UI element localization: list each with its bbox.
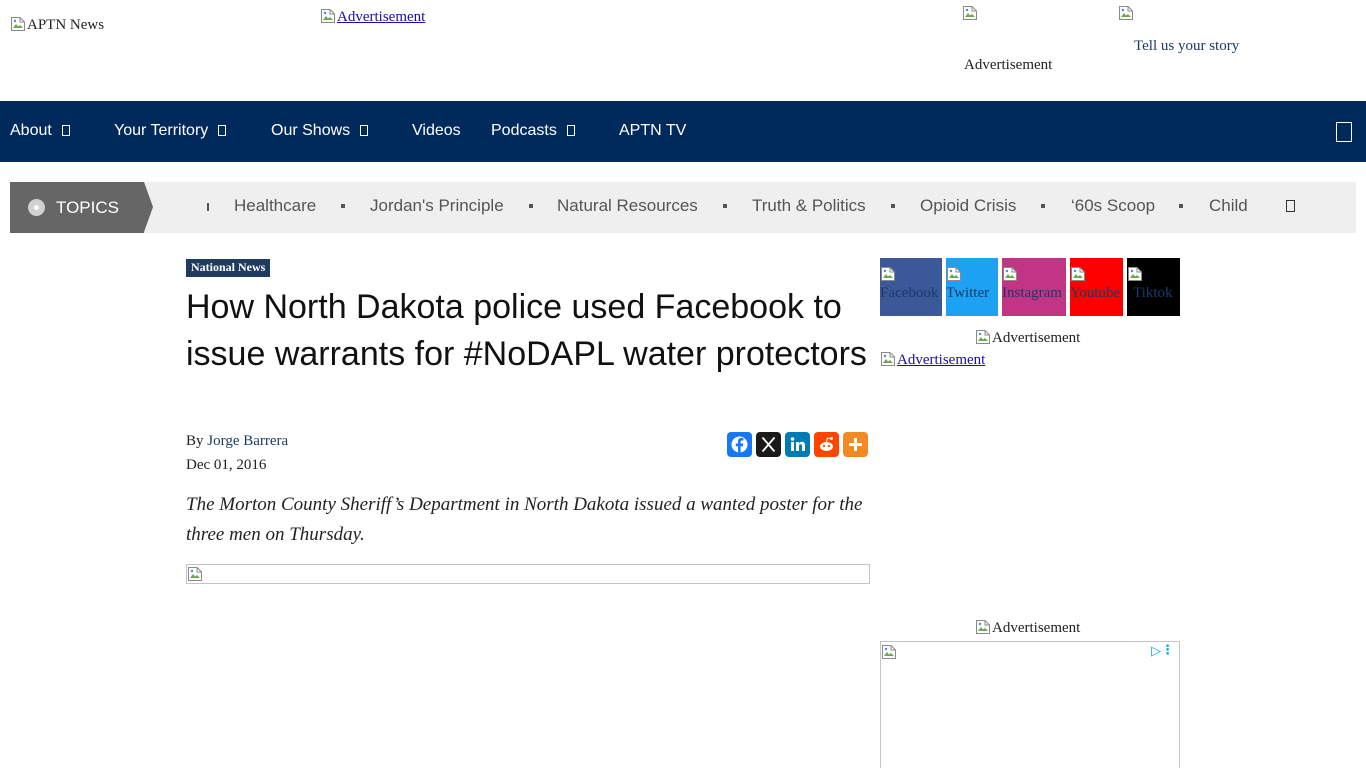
social-twitter[interactable]: Twitter [946, 258, 998, 316]
separator-icon [529, 204, 533, 208]
separator-icon [891, 204, 895, 208]
separator-icon [207, 203, 209, 211]
site-header: APTN News Advertisement Advertisement Te… [0, 0, 1366, 101]
byline-prefix: By [186, 433, 204, 449]
top-ad-text: Advertisement [337, 9, 426, 25]
separator-icon [341, 204, 345, 208]
nav-label: About [10, 122, 52, 139]
article-title: How North Dakota police used Facebook to… [186, 288, 867, 373]
topics-fade [1250, 182, 1356, 233]
nav-item-podcasts[interactable]: Podcasts [491, 101, 575, 162]
separator-icon [723, 204, 727, 208]
author-link[interactable]: Jorge Barrera [207, 433, 288, 449]
chevron-down-icon [61, 125, 70, 136]
category-badge[interactable]: National News [186, 259, 271, 277]
topic-truth-politics[interactable]: Truth & Politics [752, 182, 866, 233]
ad-text: Advertisement [992, 620, 1081, 636]
social-label: Facebook [880, 285, 939, 301]
social-youtube[interactable]: Youtube [1070, 258, 1123, 316]
social-facebook[interactable]: Facebook [880, 258, 942, 316]
broken-image-icon [10, 16, 26, 32]
broken-image-icon [975, 329, 991, 345]
top-advertisement-link[interactable]: Advertisement [320, 8, 425, 26]
sidebar-ad-link[interactable]: Advertisement [880, 351, 985, 369]
social-instagram[interactable]: Instagram [1002, 258, 1066, 316]
separator-icon [1041, 204, 1045, 208]
byline: By Jorge Barrera [186, 433, 288, 450]
topics-bar: TOPICS Healthcare Jordan's Principle Nat… [10, 182, 1356, 233]
broken-image-icon [320, 8, 336, 24]
topic-jordans-principle[interactable]: Jordan's Principle [370, 182, 504, 233]
more-share-icon[interactable] [843, 432, 868, 457]
broken-image-icon [1127, 266, 1143, 282]
broken-image-icon [881, 644, 897, 660]
chevron-right-icon[interactable] [1286, 200, 1295, 212]
social-label: Instagram [1002, 285, 1062, 301]
broken-image-icon [946, 266, 962, 282]
social-label: Twitter [946, 285, 990, 301]
topic-healthcare[interactable]: Healthcare [234, 182, 316, 233]
story-link-label: Tell us your story [1134, 38, 1240, 54]
broken-image-icon [880, 351, 896, 367]
chevron-down-icon [566, 125, 575, 136]
x-share-icon[interactable] [756, 432, 781, 457]
broken-image-icon [187, 566, 203, 582]
nav-label: Our Shows [271, 122, 351, 139]
reddit-share-icon[interactable] [814, 432, 839, 457]
nav-label: Your Territory [114, 122, 209, 139]
topic-natural-resources[interactable]: Natural Resources [557, 182, 698, 233]
topic-60s-scoop[interactable]: ‘60s Scoop [1071, 182, 1155, 233]
tell-us-your-story-link[interactable]: Tell us your story [1118, 5, 1258, 65]
article-lede: The Morton County Sheriff’s Department i… [186, 494, 863, 545]
broken-image-icon [975, 619, 991, 635]
topics-dot-icon [28, 199, 45, 216]
nav-label: APTN TV [619, 122, 687, 139]
topics-label-text: TOPICS [56, 198, 119, 217]
linkedin-share-icon[interactable] [785, 432, 810, 457]
sidebar-ad-box[interactable]: ▷ ⋮ [880, 641, 1180, 768]
broken-image-icon [1002, 266, 1018, 282]
broken-image-icon [880, 266, 896, 282]
broken-image-icon [1118, 5, 1134, 21]
adchoices-icon[interactable]: ▷ [1151, 644, 1161, 659]
nav-item-about[interactable]: About [10, 101, 70, 162]
site-logo[interactable]: APTN News [10, 16, 104, 34]
sidebar-ad-label: Advertisement [975, 329, 1080, 347]
nav-item-aptn-tv[interactable]: APTN TV [619, 101, 686, 162]
main-nav: About Your Territory Our Shows Videos Po… [0, 101, 1366, 162]
ad-link-text: Advertisement [897, 352, 986, 368]
hero-image [186, 564, 870, 584]
topic-opioid-crisis[interactable]: Opioid Crisis [920, 182, 1016, 233]
chevron-down-icon [360, 125, 369, 136]
publish-date: Dec 01, 2016 [186, 457, 267, 473]
nav-label: Podcasts [491, 122, 557, 139]
nav-item-our-shows[interactable]: Our Shows [271, 101, 369, 162]
ad-text: Advertisement [992, 330, 1081, 346]
separator-icon [1179, 204, 1183, 208]
nav-item-your-territory[interactable]: Your Territory [114, 101, 227, 162]
social-label: Youtube [1070, 285, 1121, 301]
header-advertisement[interactable]: Advertisement [962, 5, 1062, 75]
chevron-down-icon [218, 125, 227, 136]
broken-image-icon [1070, 266, 1086, 282]
nav-item-videos[interactable]: Videos [412, 101, 461, 162]
header-ad-label: Advertisement [964, 57, 1053, 73]
social-label: Tiktok [1133, 285, 1173, 301]
sidebar-ad-label-2: Advertisement [975, 619, 1080, 637]
social-tiktok[interactable]: Tiktok [1127, 258, 1180, 316]
broken-image-icon [962, 5, 978, 21]
facebook-share-icon[interactable] [727, 432, 752, 457]
topics-label: TOPICS [10, 182, 153, 233]
nav-label: Videos [412, 122, 461, 139]
logo-alt-text: APTN News [27, 17, 105, 33]
ad-menu-icon[interactable]: ⋮ [1161, 643, 1174, 658]
search-icon[interactable] [1336, 122, 1352, 142]
